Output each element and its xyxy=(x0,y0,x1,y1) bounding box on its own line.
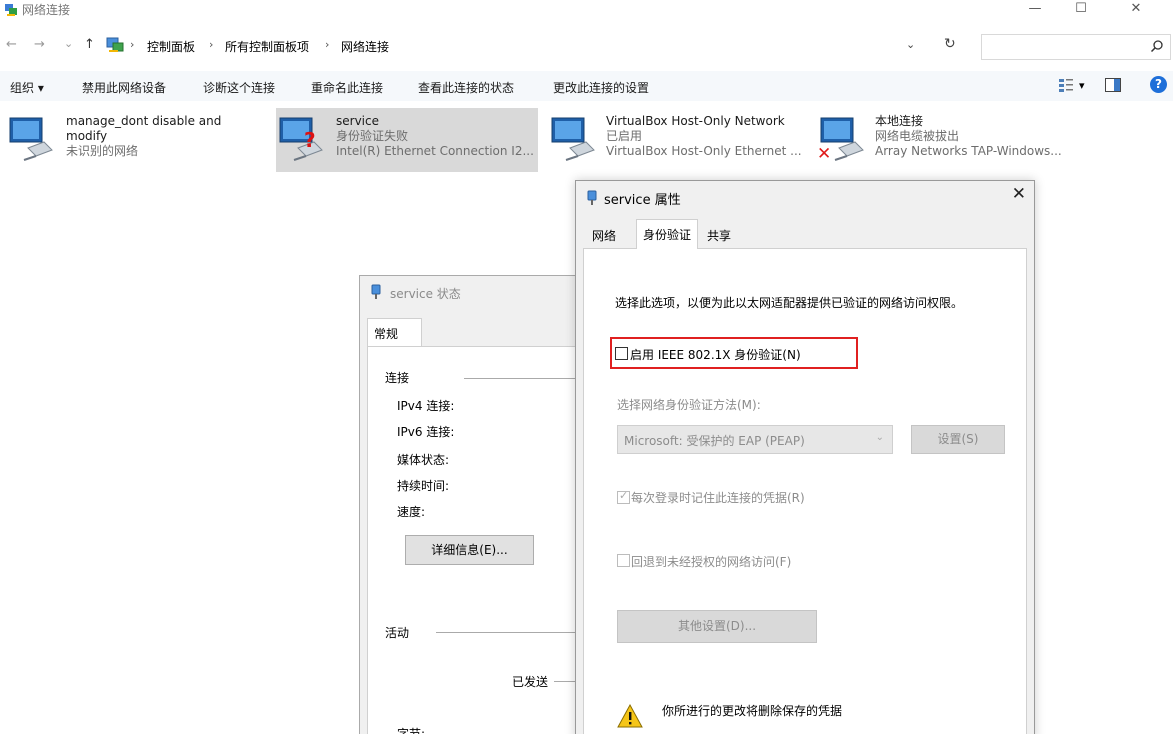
details-button[interactable]: 详细信息(E)... xyxy=(405,535,534,565)
breadcrumb-separator: › xyxy=(325,38,330,51)
search-icon xyxy=(1150,40,1163,53)
maximize-button[interactable]: ☐ xyxy=(1058,0,1104,22)
connection-adapter: Array Networks TAP-Windows... xyxy=(875,144,1062,158)
minimize-button[interactable]: — xyxy=(1012,0,1058,22)
connection-status: 身份验证失败 xyxy=(336,129,409,143)
connection-section-label: 连接 xyxy=(385,371,410,385)
search-box[interactable] xyxy=(981,34,1171,60)
connection-item-manage[interactable]: manage_dont disable and modify 未识别的网络 xyxy=(6,108,266,172)
window-title: 网络连接 xyxy=(22,3,71,17)
close-dialog-button[interactable]: ✕ xyxy=(1012,184,1026,204)
address-dropdown-button[interactable]: ⌄ xyxy=(906,38,915,51)
connection-status: 未识别的网络 xyxy=(66,144,139,158)
network-connections-icon xyxy=(5,4,17,16)
connection-plug-icon xyxy=(587,190,597,205)
connection-status: 已启用 xyxy=(606,129,643,143)
warning-text: 你所进行的更改将删除保存的凭据 xyxy=(662,704,843,718)
search-input[interactable] xyxy=(986,36,1146,58)
preview-pane-icon[interactable] xyxy=(1105,78,1121,92)
control-panel-icon xyxy=(106,37,124,52)
command-bar: 组织 ▾ 禁用此网络设备 诊断这个连接 重命名此连接 查看此连接的状态 更改此连… xyxy=(0,71,1173,101)
tab-general[interactable]: 常规 xyxy=(367,318,422,347)
remember-credentials-label[interactable]: 每次登录时记住此连接的凭据(R) xyxy=(631,489,805,506)
connection-item-local[interactable]: ✕ 本地连接 网络电缆被拔出 Array Networks TAP-Window… xyxy=(817,108,1079,172)
connection-plug-icon xyxy=(371,284,381,299)
change-settings-button[interactable]: 更改此连接的设置 xyxy=(553,79,649,96)
network-adapter-icon xyxy=(551,117,595,161)
auth-method-select[interactable]: Microsoft: 受保护的 EAP (PEAP) ⌄ xyxy=(617,425,893,454)
service-properties-dialog: service 属性 ✕ 网络 身份验证 共享 选择此选项，以便为此以太网适配器… xyxy=(575,180,1035,734)
connection-adapter: Intel(R) Ethernet Connection I2... xyxy=(336,144,534,158)
sent-label: 已发送 xyxy=(512,675,549,689)
tab-network[interactable]: 网络 xyxy=(586,223,622,247)
refresh-button[interactable]: ↻ xyxy=(944,36,956,52)
network-adapter-icon xyxy=(279,117,323,161)
auth-method-label: 选择网络身份验证方法(M): xyxy=(617,398,761,412)
rename-button[interactable]: 重命名此连接 xyxy=(311,79,383,96)
organize-menu[interactable]: 组织 ▾ xyxy=(10,79,44,96)
speed-label: 速度: xyxy=(397,505,426,519)
tab-sharing[interactable]: 共享 xyxy=(701,223,737,247)
properties-dialog-title: service 属性 xyxy=(604,193,681,208)
connection-name: manage_dont disable and modify xyxy=(66,114,222,143)
warning-icon xyxy=(617,704,643,728)
network-adapter-icon xyxy=(9,117,53,161)
breadcrumb-control-panel[interactable]: 控制面板 xyxy=(147,38,195,55)
bytes-label: 字节: xyxy=(397,727,426,734)
authentication-description: 选择此选项，以便为此以太网适配器提供已验证的网络访问权限。 xyxy=(615,296,964,310)
connection-name: 本地连接 xyxy=(875,114,924,128)
title-bar: 网络连接 — ☐ ✕ xyxy=(0,0,1173,30)
question-mark-icon: ? xyxy=(304,128,316,152)
view-options-icon[interactable] xyxy=(1058,77,1074,93)
additional-settings-button[interactable]: 其他设置(D)... xyxy=(617,610,817,643)
close-window-button[interactable]: ✕ xyxy=(1113,0,1159,22)
view-status-button[interactable]: 查看此连接的状态 xyxy=(418,79,514,96)
disconnected-x-icon: ✕ xyxy=(817,144,832,164)
connection-status: 网络电缆被拔出 xyxy=(875,129,960,143)
disable-device-button[interactable]: 禁用此网络设备 xyxy=(82,79,166,96)
diagnose-button[interactable]: 诊断这个连接 xyxy=(203,79,275,96)
duration-label: 持续时间: xyxy=(397,479,450,493)
remember-credentials-checkbox[interactable] xyxy=(617,489,630,504)
fallback-checkbox[interactable] xyxy=(617,554,630,567)
connection-adapter: VirtualBox Host-Only Ethernet ... xyxy=(606,144,802,158)
ipv4-label: IPv4 连接: xyxy=(397,399,455,413)
status-dialog-title: service 状态 xyxy=(390,287,461,301)
connection-name: service xyxy=(336,114,379,128)
enable-8021x-checkbox[interactable] xyxy=(615,347,628,360)
settings-button[interactable]: 设置(S) xyxy=(911,425,1005,454)
enable-8021x-label[interactable]: 启用 IEEE 802.1X 身份验证(N) xyxy=(630,346,801,363)
breadcrumb-all-items[interactable]: 所有控制面板项 xyxy=(225,38,309,55)
ipv6-label: IPv6 连接: xyxy=(397,425,455,439)
back-button[interactable]: ← xyxy=(6,37,17,52)
chevron-down-icon: ⌄ xyxy=(875,432,884,443)
activity-section-label: 活动 xyxy=(385,626,410,640)
forward-button[interactable]: → xyxy=(34,37,45,52)
address-bar: ← → ⌄ ↑ › 控制面板 › 所有控制面板项 › 网络连接 ⌄ ↻ xyxy=(0,32,1173,60)
connection-name: VirtualBox Host-Only Network xyxy=(606,114,785,128)
breadcrumb-network-connections[interactable]: 网络连接 xyxy=(341,38,389,55)
help-button[interactable]: ? xyxy=(1150,76,1167,93)
authentication-panel: 选择此选项，以便为此以太网适配器提供已验证的网络访问权限。 启用 IEEE 80… xyxy=(583,248,1027,734)
connection-item-service[interactable]: ? service 身份验证失败 Intel(R) Ethernet Conne… xyxy=(276,108,538,172)
breadcrumb-separator: › xyxy=(209,38,214,51)
view-dropdown-button[interactable]: ▾ xyxy=(1079,79,1085,92)
connection-item-virtualbox[interactable]: VirtualBox Host-Only Network 已启用 Virtual… xyxy=(548,108,810,172)
breadcrumb-separator: › xyxy=(130,38,135,51)
media-state-label: 媒体状态: xyxy=(397,453,450,467)
up-button[interactable]: ↑ xyxy=(84,37,95,52)
recent-locations-button[interactable]: ⌄ xyxy=(64,37,73,50)
fallback-label[interactable]: 回退到未经授权的网络访问(F) xyxy=(631,553,791,570)
auth-method-value: Microsoft: 受保护的 EAP (PEAP) xyxy=(624,434,805,448)
tab-authentication[interactable]: 身份验证 xyxy=(636,219,699,249)
